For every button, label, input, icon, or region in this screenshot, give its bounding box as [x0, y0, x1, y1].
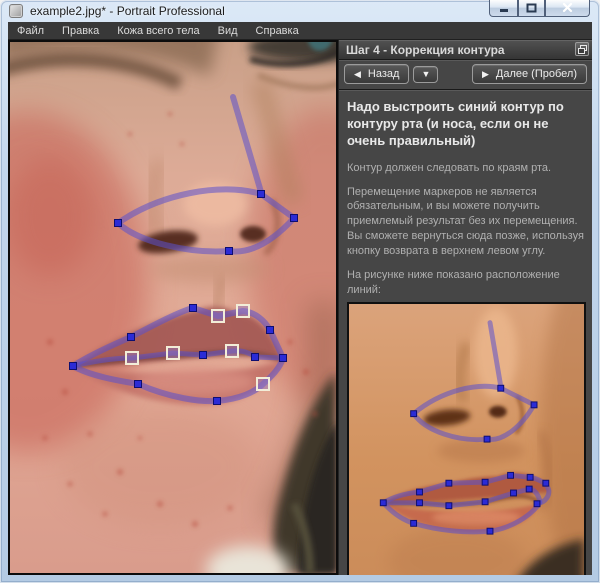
window-title: example2.jpg* - Portrait Professional	[30, 4, 225, 18]
panel-title-bar: Шаг 4 - Коррекция контура	[339, 40, 592, 60]
contour-marker[interactable]	[291, 215, 298, 222]
float-panel-icon	[578, 45, 587, 54]
contour-marker[interactable]	[70, 363, 77, 370]
contour-marker	[417, 489, 423, 495]
menu-bar: Файл Правка Кожа всего тела Вид Справка	[8, 22, 592, 40]
contour-marker[interactable]	[226, 248, 233, 255]
contour-marker[interactable]	[257, 378, 269, 390]
next-button[interactable]: ▶ Далее (Пробел)	[472, 64, 587, 84]
contour-marker[interactable]	[212, 310, 224, 322]
back-label: Назад	[368, 68, 400, 80]
contour-marker	[484, 437, 490, 443]
minimize-icon	[499, 4, 509, 13]
contour-marker[interactable]	[200, 352, 207, 359]
contour-marker	[534, 501, 540, 507]
contour-marker	[543, 481, 549, 487]
maximize-icon	[526, 3, 537, 13]
contour-marker	[482, 499, 488, 505]
minimize-button[interactable]	[489, 0, 518, 17]
step-heading: Надо выстроить синий контур по контуру р…	[347, 99, 584, 150]
float-panel-button[interactable]	[575, 42, 589, 56]
panel-title: Шаг 4 - Коррекция контура	[346, 43, 505, 57]
main-photo-frame	[8, 40, 338, 575]
window-controls	[489, 0, 590, 17]
contour-marker[interactable]	[258, 191, 265, 198]
example-image	[349, 304, 584, 575]
instruction-paragraph: Перемещение маркеров не является обязате…	[347, 185, 584, 259]
contour-marker	[411, 411, 417, 417]
back-button[interactable]: ◀ Назад	[344, 64, 409, 84]
close-icon	[562, 3, 573, 13]
contour-marker	[417, 500, 423, 506]
contour-marker	[411, 521, 417, 527]
menu-edit[interactable]: Правка	[53, 24, 108, 38]
contour-marker[interactable]	[115, 220, 122, 227]
contour-marker	[482, 480, 488, 486]
contour-marker[interactable]	[280, 355, 287, 362]
menu-view[interactable]: Вид	[209, 24, 247, 38]
next-label: Далее (Пробел)	[496, 68, 577, 80]
contour-marker[interactable]	[267, 327, 274, 334]
example-image-frame	[347, 302, 586, 575]
step-panel: Шаг 4 - Коррекция контура ◀ Назад ▼ ▶ Да…	[338, 40, 592, 575]
contour-marker	[527, 475, 533, 481]
contour-marker	[380, 500, 386, 506]
app-window: example2.jpg* - Portrait Professional Фа…	[0, 0, 600, 583]
panel-body: Надо выстроить синий контур по контуру р…	[339, 90, 592, 575]
title-bar[interactable]: example2.jpg* - Portrait Professional	[0, 0, 600, 22]
app-icon	[9, 4, 23, 18]
contour-marker[interactable]	[128, 334, 135, 341]
contour-marker	[531, 402, 537, 408]
contour-marker	[526, 487, 532, 493]
contour-marker	[498, 386, 504, 392]
contour-marker	[446, 503, 452, 509]
contour-marker	[511, 490, 517, 496]
instruction-paragraph: Контур должен следовать по краям рта.	[347, 161, 584, 176]
menu-file[interactable]: Файл	[8, 24, 53, 38]
contour-marker	[487, 529, 493, 535]
chevron-down-icon: ▼	[421, 70, 430, 79]
contour-marker[interactable]	[252, 354, 259, 361]
close-button[interactable]	[545, 0, 590, 17]
contour-marker[interactable]	[226, 345, 238, 357]
contour-marker	[508, 473, 514, 479]
contour-marker[interactable]	[190, 305, 197, 312]
contour-marker[interactable]	[126, 352, 138, 364]
contour-marker[interactable]	[167, 347, 179, 359]
back-dropdown-button[interactable]: ▼	[413, 66, 438, 83]
contour-marker[interactable]	[214, 398, 221, 405]
instruction-paragraph: На рисунке ниже показано расположение ли…	[347, 268, 584, 298]
menu-whole-body-skin[interactable]: Кожа всего тела	[108, 24, 208, 38]
next-triangle-icon: ▶	[482, 70, 489, 79]
menu-help[interactable]: Справка	[247, 24, 308, 38]
panel-nav: ◀ Назад ▼ ▶ Далее (Пробел)	[339, 60, 592, 90]
contour-marker[interactable]	[237, 305, 249, 317]
main-photo-canvas[interactable]	[10, 42, 336, 573]
contour-marker[interactable]	[135, 381, 142, 388]
maximize-button[interactable]	[518, 0, 545, 17]
contour-marker	[446, 481, 452, 487]
back-triangle-icon: ◀	[354, 70, 361, 79]
